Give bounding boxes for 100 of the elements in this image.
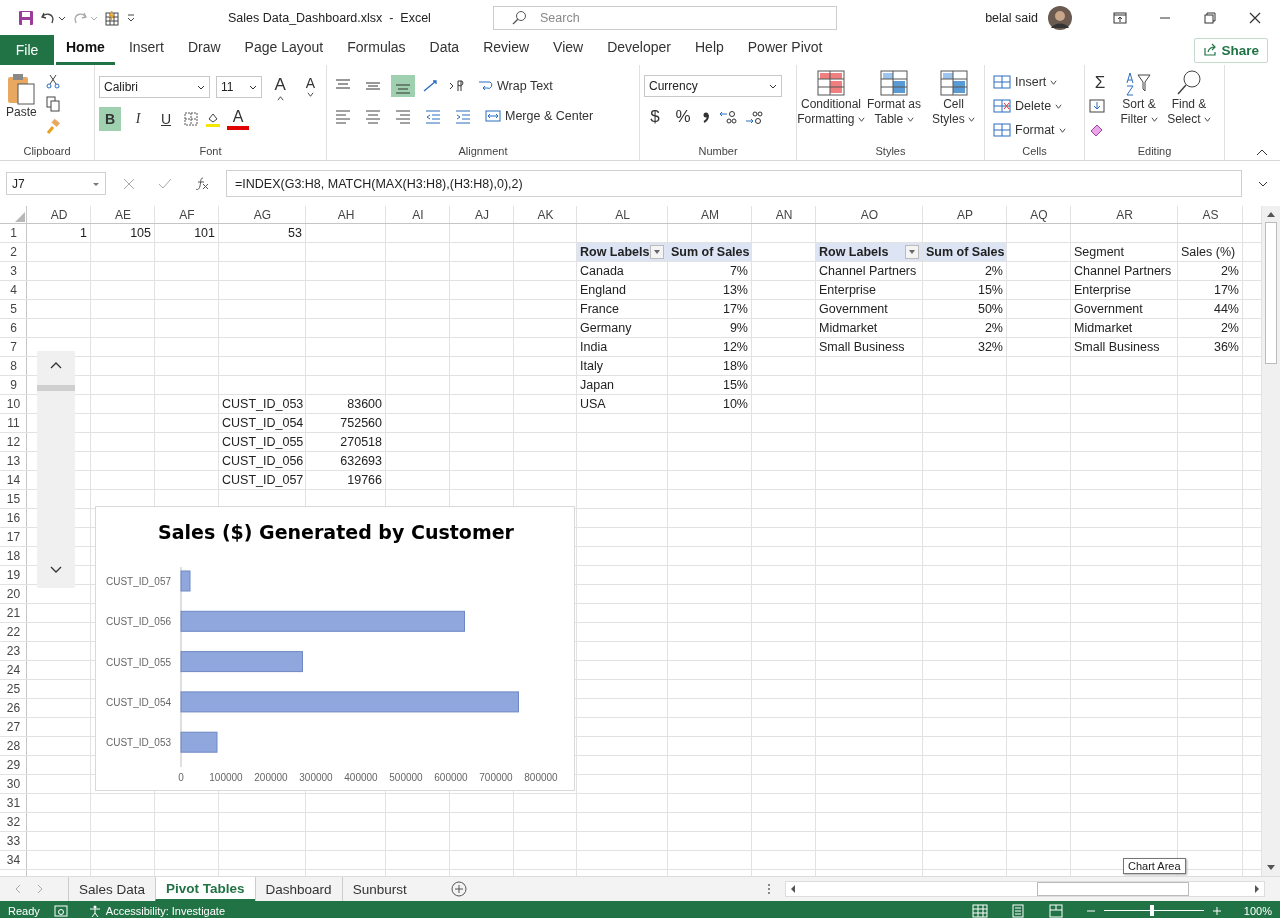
cut-icon[interactable]: [44, 73, 61, 89]
text-direction-icon[interactable]: [447, 78, 467, 94]
scroll-down-icon[interactable]: [50, 566, 62, 574]
row-header[interactable]: 2: [0, 243, 27, 262]
row-header[interactable]: 14: [0, 471, 27, 490]
format-as-table-button[interactable]: Format as Table: [867, 69, 921, 127]
bar[interactable]: [180, 651, 303, 673]
font-name-field[interactable]: Calibri: [99, 76, 210, 98]
column-header[interactable]: AG: [219, 206, 306, 224]
row-header[interactable]: 16: [0, 509, 27, 528]
ribbon-tab[interactable]: Review: [473, 35, 540, 65]
row-header[interactable]: 33: [0, 832, 27, 851]
row-header[interactable]: 32: [0, 813, 27, 832]
row-header[interactable]: 17: [0, 528, 27, 547]
column-header[interactable]: AR: [1071, 206, 1178, 224]
fill-icon[interactable]: [1089, 98, 1105, 114]
ribbon-tab[interactable]: Insert: [118, 35, 174, 65]
font-size-field[interactable]: 11: [216, 76, 262, 98]
format-button[interactable]: U: [155, 107, 177, 131]
increase-font-button[interactable]: A: [267, 75, 293, 99]
column-header[interactable]: AI: [386, 206, 450, 224]
ribbon-tab[interactable]: View: [543, 35, 594, 65]
row-header[interactable]: 11: [0, 414, 27, 433]
row-header[interactable]: 19: [0, 566, 27, 585]
paste-button[interactable]: Paste: [4, 69, 39, 120]
ribbon-tab[interactable]: Page Layout: [234, 35, 334, 65]
number-format-field[interactable]: Currency: [644, 75, 782, 97]
row-header[interactable]: 26: [0, 699, 27, 718]
close-icon[interactable]: [1248, 10, 1262, 25]
wrap-text-button[interactable]: Wrap Text: [473, 78, 557, 94]
chart-area[interactable]: Sales ($) Generated by Customer CUST_ID_057 CUST_ID_056 CUST_ID_055 CUST_ID_054 CUST_ID_053 0 100000 200000 300000 400000 500000 600000 700000 800000: [95, 506, 575, 791]
cell-styles-button[interactable]: Cell Styles: [927, 69, 980, 127]
ribbon-tab[interactable]: Formulas: [337, 35, 416, 65]
zoom-slider-thumb[interactable]: [1149, 905, 1154, 916]
column-header[interactable]: AN: [752, 206, 816, 224]
ribbon-tab[interactable]: Data: [419, 35, 470, 65]
scroll-thumb[interactable]: [1036, 882, 1189, 896]
row-header[interactable]: 23: [0, 642, 27, 661]
row-header[interactable]: 29: [0, 756, 27, 775]
row-header[interactable]: 13: [0, 452, 27, 471]
decrease-font-button[interactable]: A: [298, 75, 322, 99]
percent-button[interactable]: %: [672, 105, 694, 129]
accessibility-button[interactable]: Accessibility: Investigate: [81, 902, 231, 918]
sort-filter-button[interactable]: Sort & Filter: [1117, 69, 1161, 127]
column-header[interactable]: AJ: [450, 206, 514, 224]
column-header[interactable]: AK: [514, 206, 577, 224]
format-button[interactable]: I: [127, 107, 149, 131]
page-layout-icon[interactable]: [1009, 903, 1026, 918]
row-header[interactable]: 7: [0, 338, 27, 357]
filter-dropdown-icon[interactable]: [650, 245, 664, 259]
table-icon[interactable]: [104, 9, 120, 26]
row-header[interactable]: 22: [0, 623, 27, 642]
scroll-down-icon[interactable]: [1266, 864, 1276, 872]
splitter-icon[interactable]: [766, 883, 771, 895]
format-button[interactable]: Format: [989, 119, 1070, 141]
zoom-in-icon[interactable]: [1211, 905, 1222, 916]
column-header[interactable]: AS: [1178, 206, 1243, 224]
currency-button[interactable]: $: [644, 105, 666, 129]
column-header[interactable]: AD: [27, 206, 91, 224]
column-header[interactable]: AF: [155, 206, 219, 224]
zoom-level[interactable]: 100%: [1243, 904, 1272, 917]
name-box[interactable]: J7: [6, 172, 106, 195]
row-header[interactable]: 21: [0, 604, 27, 623]
row-header[interactable]: 5: [0, 300, 27, 319]
insert-function-icon[interactable]: [194, 176, 210, 191]
merge-center-button[interactable]: Merge & Center: [481, 108, 598, 124]
ribbon-display-icon[interactable]: [1113, 10, 1127, 25]
row-header[interactable]: 3: [0, 262, 27, 281]
row-header[interactable]: 34: [0, 851, 27, 870]
scroll-up-icon[interactable]: [50, 361, 62, 369]
share-button[interactable]: Share: [1194, 37, 1268, 63]
row-header[interactable]: 1: [0, 224, 27, 243]
font-color-button[interactable]: A: [227, 108, 249, 130]
file-tab[interactable]: File: [0, 35, 54, 65]
scroll-right-icon[interactable]: [1252, 884, 1261, 894]
scroll-thumb[interactable]: [1265, 222, 1277, 364]
normal-view-icon[interactable]: [971, 903, 988, 918]
row-header[interactable]: 31: [0, 794, 27, 813]
row-header[interactable]: 24: [0, 661, 27, 680]
row-header[interactable]: 15: [0, 490, 27, 509]
insert-button[interactable]: Insert: [989, 71, 1062, 93]
row-header[interactable]: 4: [0, 281, 27, 300]
page-break-icon[interactable]: [1047, 903, 1064, 918]
decrease-decimal-icon[interactable]: [744, 109, 764, 125]
vertical-align-icon[interactable]: [391, 75, 415, 97]
user-name[interactable]: belal said: [985, 10, 1038, 25]
bar[interactable]: [180, 610, 465, 632]
row-header[interactable]: 9: [0, 376, 27, 395]
column-header[interactable]: AE: [91, 206, 155, 224]
copy-icon[interactable]: [44, 96, 61, 112]
column-header[interactable]: AO: [816, 206, 923, 224]
formula-field[interactable]: =INDEX(G3:H8, MATCH(MAX(H3:H8),(H3:H8),0),2): [226, 170, 1242, 197]
row-header[interactable]: 27: [0, 718, 27, 737]
sheet-tab[interactable]: Pivot Tables: [155, 877, 255, 901]
row-header[interactable]: 25: [0, 680, 27, 699]
search-field[interactable]: Search: [493, 5, 837, 30]
row-header[interactable]: 6: [0, 319, 27, 338]
format-button[interactable]: B: [99, 107, 121, 131]
avatar[interactable]: [1048, 5, 1072, 30]
save-icon[interactable]: [18, 9, 34, 26]
